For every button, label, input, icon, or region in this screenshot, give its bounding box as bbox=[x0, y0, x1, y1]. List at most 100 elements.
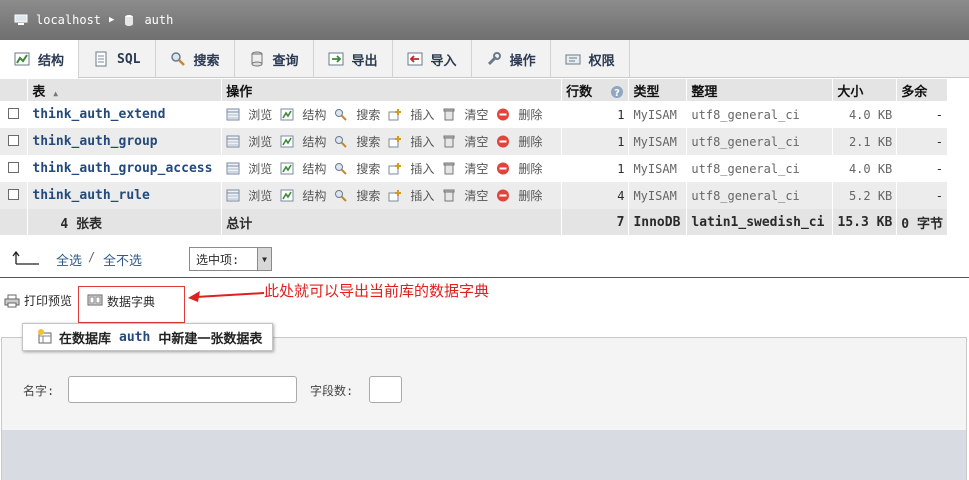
row-size[interactable]: 2.1 KB bbox=[832, 128, 898, 155]
header-type: 类型 bbox=[628, 79, 688, 101]
header-size[interactable]: 大小 bbox=[832, 79, 898, 101]
action-empty[interactable]: 清空 bbox=[442, 106, 488, 123]
annotation-text: 此处就可以导出当前库的数据字典 bbox=[264, 282, 490, 300]
help-icon[interactable]: ? bbox=[610, 85, 624, 99]
header-overhead: 多余 bbox=[896, 79, 948, 101]
footer-size: 15.3 KB bbox=[832, 209, 898, 235]
row-checkbox[interactable] bbox=[8, 161, 19, 173]
drop-icon bbox=[497, 135, 510, 147]
table-name-link[interactable]: think_auth_extend bbox=[27, 101, 223, 128]
row-size[interactable]: 4.0 KB bbox=[832, 101, 898, 128]
row-type: MyISAM bbox=[628, 128, 688, 155]
table-row: think_auth_rule 浏览 结构 搜索 插入 清空 删除 4 MyISAM utf8_g… bbox=[0, 182, 948, 209]
table-name-input[interactable] bbox=[68, 376, 297, 403]
row-overhead: - bbox=[896, 155, 948, 182]
row-checkbox[interactable] bbox=[8, 188, 19, 200]
tab-export[interactable]: 导出 bbox=[314, 40, 393, 78]
empty-icon bbox=[443, 135, 455, 147]
tab-structure[interactable]: 结构 bbox=[0, 40, 80, 79]
action-search[interactable]: 搜索 bbox=[334, 187, 380, 204]
action-search[interactable]: 搜索 bbox=[334, 106, 380, 123]
tables-list: 表 ▲ 操作 行数 ? 类型 整理 大小 多余 think_auth_exten… bbox=[0, 79, 948, 235]
breadcrumb-database[interactable]: auth bbox=[144, 13, 173, 27]
footer-type: InnoDB bbox=[628, 209, 688, 235]
action-browse[interactable]: 浏览 bbox=[226, 187, 272, 204]
header-actions: 操作 bbox=[221, 79, 563, 101]
tab-sql[interactable]: SQL bbox=[79, 40, 156, 78]
drop-icon bbox=[497, 189, 510, 201]
row-type: MyISAM bbox=[628, 101, 688, 128]
action-drop[interactable]: 删除 bbox=[496, 133, 542, 150]
tab-operations[interactable]: 操作 bbox=[472, 40, 551, 78]
row-collation: utf8_general_ci bbox=[686, 155, 834, 182]
data-dictionary-link[interactable]: 数据字典 bbox=[78, 286, 185, 323]
query-icon bbox=[251, 51, 263, 67]
table-row: think_auth_group 浏览 结构 搜索 插入 清空 删除 1 MyISAM utf8_… bbox=[0, 128, 948, 155]
search-icon bbox=[335, 108, 348, 121]
search-icon bbox=[335, 135, 348, 148]
structure-icon bbox=[280, 135, 294, 147]
tab-import[interactable]: 导入 bbox=[393, 40, 472, 78]
action-browse[interactable]: 浏览 bbox=[226, 160, 272, 177]
table-footer: 4 张表 总计 7 InnoDB latin1_swedish_ci 15.3 … bbox=[0, 209, 948, 235]
row-collation: utf8_general_ci bbox=[686, 101, 834, 128]
print-preview-link[interactable]: 打印预览 bbox=[4, 292, 72, 309]
action-structure[interactable]: 结构 bbox=[280, 160, 326, 177]
insert-icon bbox=[388, 189, 402, 201]
breadcrumb-server[interactable]: localhost bbox=[36, 13, 101, 27]
dropdown-arrow-icon: ▼ bbox=[257, 248, 271, 270]
row-size[interactable]: 4.0 KB bbox=[832, 155, 898, 182]
header-rows[interactable]: 行数 ? bbox=[561, 79, 630, 101]
action-browse[interactable]: 浏览 bbox=[226, 106, 272, 123]
action-drop[interactable]: 删除 bbox=[496, 160, 542, 177]
annotation-arrow bbox=[188, 291, 265, 302]
browse-icon bbox=[226, 189, 240, 201]
select-all-link[interactable]: 全选 bbox=[56, 250, 82, 269]
search-icon bbox=[335, 189, 348, 202]
field-count-input[interactable] bbox=[369, 376, 402, 403]
header-table[interactable]: 表 ▲ bbox=[27, 79, 223, 101]
table-name-link[interactable]: think_auth_group bbox=[27, 128, 223, 155]
row-overhead: - bbox=[896, 128, 948, 155]
search-icon bbox=[335, 162, 348, 175]
action-drop[interactable]: 删除 bbox=[496, 187, 542, 204]
row-checkbox[interactable] bbox=[8, 134, 19, 146]
name-label: 名字: bbox=[23, 384, 55, 398]
tab-search[interactable]: 搜索 bbox=[156, 40, 235, 78]
footer-rows: 7 bbox=[561, 209, 630, 235]
action-insert[interactable]: 插入 bbox=[388, 133, 434, 150]
printer-icon bbox=[4, 294, 20, 307]
action-structure[interactable]: 结构 bbox=[280, 106, 326, 123]
tab-privileges[interactable]: 权限 bbox=[551, 40, 630, 78]
row-size[interactable]: 5.2 KB bbox=[832, 182, 898, 209]
action-structure[interactable]: 结构 bbox=[280, 187, 326, 204]
action-browse[interactable]: 浏览 bbox=[226, 133, 272, 150]
action-empty[interactable]: 清空 bbox=[442, 160, 488, 177]
drop-icon bbox=[497, 108, 510, 120]
action-search[interactable]: 搜索 bbox=[334, 160, 380, 177]
empty-icon bbox=[443, 108, 455, 120]
action-drop[interactable]: 删除 bbox=[496, 106, 542, 123]
tab-query[interactable]: 查询 bbox=[235, 40, 314, 78]
row-count: 1 bbox=[561, 155, 630, 182]
footer-count: 4 张表 bbox=[27, 209, 223, 235]
row-count: 4 bbox=[561, 182, 630, 209]
import-icon bbox=[407, 52, 423, 66]
browse-icon bbox=[226, 135, 240, 147]
with-selected-dropdown[interactable]: 选中项: ▼ bbox=[189, 247, 272, 271]
breadcrumb-bar: localhost ▶ auth bbox=[0, 0, 969, 40]
action-insert[interactable]: 插入 bbox=[388, 106, 434, 123]
tab-bar: 结构 SQL 搜索 查询 导出 导入 操作 权限 bbox=[0, 40, 969, 79]
row-count: 1 bbox=[561, 128, 630, 155]
action-insert[interactable]: 插入 bbox=[388, 187, 434, 204]
structure-icon bbox=[280, 189, 294, 201]
deselect-all-link[interactable]: 全不选 bbox=[103, 250, 142, 269]
action-insert[interactable]: 插入 bbox=[388, 160, 434, 177]
action-empty[interactable]: 清空 bbox=[442, 187, 488, 204]
table-name-link[interactable]: think_auth_rule bbox=[27, 182, 223, 209]
action-empty[interactable]: 清空 bbox=[442, 133, 488, 150]
row-checkbox[interactable] bbox=[8, 107, 19, 119]
table-name-link[interactable]: think_auth_group_access bbox=[27, 155, 223, 182]
action-structure[interactable]: 结构 bbox=[280, 133, 326, 150]
action-search[interactable]: 搜索 bbox=[334, 133, 380, 150]
